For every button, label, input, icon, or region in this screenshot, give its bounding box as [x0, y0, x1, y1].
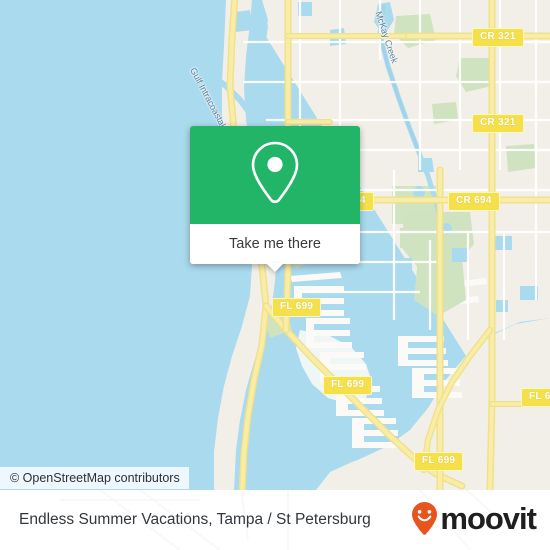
moovit-pin-icon: [411, 501, 438, 540]
map-screenshot: CR 321 CR 321 CR 694 4 FL 699 FL 699 FL …: [0, 0, 550, 550]
popup-footer[interactable]: Take me there: [190, 224, 360, 272]
moovit-logo[interactable]: moovit: [411, 490, 537, 550]
road-shield: CR 694: [448, 192, 500, 211]
moovit-wordmark: moovit: [440, 501, 537, 536]
map-pin-icon: [247, 139, 303, 212]
place-popup-card[interactable]: Take me there: [190, 126, 360, 272]
road-shield: FL 699: [272, 298, 322, 317]
map-canvas[interactable]: CR 321 CR 321 CR 694 4 FL 699 FL 699 FL …: [0, 0, 550, 490]
popup-tail-arrow: [266, 263, 284, 272]
popup-header: [190, 126, 360, 224]
road-shield: CR 321: [472, 114, 524, 133]
osm-attribution[interactable]: © OpenStreetMap contributors: [0, 467, 189, 489]
take-me-there-label: Take me there: [229, 236, 321, 252]
footer-bar: Endless Summer Vacations, Tampa / St Pet…: [0, 490, 550, 550]
road-shield: FL 699: [414, 452, 464, 471]
road-shield: FL 6: [521, 388, 550, 407]
road-shield: CR 321: [472, 28, 524, 47]
road-shield: FL 699: [323, 376, 373, 395]
place-title: Endless Summer Vacations, Tampa / St Pet…: [19, 511, 371, 528]
